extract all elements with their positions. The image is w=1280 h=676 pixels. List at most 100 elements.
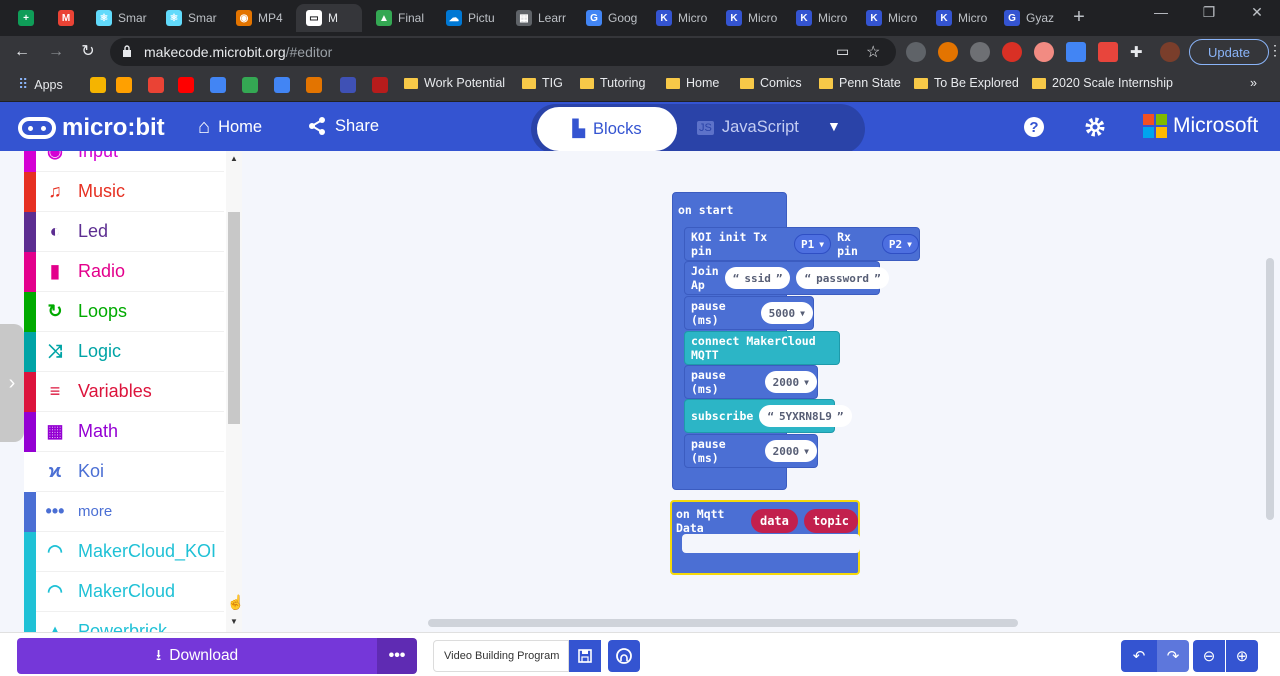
connect-mqtt-block[interactable]: connect MakerCloud MQTT [684,331,840,365]
browser-tab[interactable]: + [8,4,48,32]
tx-pin-dropdown[interactable]: P1 ▼ [794,234,832,254]
workspace-horizontal-scrollbar[interactable] [428,619,1018,627]
download-more-button[interactable]: ••• [377,638,417,674]
browser-tab[interactable]: K Micro [716,4,786,32]
bookmark-favicon-icon[interactable] [306,77,322,93]
download-button[interactable]: ⭳ Download [17,638,377,674]
browser-tab[interactable]: ⚛ Smar [86,4,156,32]
bookmark-favicon-icon[interactable] [148,77,164,93]
puzzle-icon[interactable]: ✚ [1130,43,1143,61]
toolbox-category-koi[interactable]: ϰ Koi [24,452,224,492]
bookmarks-overflow-icon[interactable]: » [1250,76,1257,90]
extension-icon-4[interactable] [1002,42,1022,62]
zoom-in-icon[interactable]: ⊕ [1226,640,1258,672]
toolbox-category-math[interactable]: ▦ Math [24,412,224,452]
scroll-down-icon[interactable]: ▼ [230,617,238,626]
bookmark-tig[interactable]: TIG [522,76,563,90]
redo-icon[interactable]: ↷ [1157,640,1189,672]
restore-icon[interactable]: ❐ [1194,4,1224,21]
toolbox-category-music[interactable]: ♫ Music [24,172,224,212]
toolbox-category-loops[interactable]: ↻ Loops [24,292,224,332]
toolbox-category-radio[interactable]: ▮ Radio [24,252,224,292]
bookmark-home[interactable]: Home [666,76,719,90]
browser-tab[interactable]: ▲ Final [366,4,436,32]
microbit-logo[interactable]: micro:bit [18,114,165,142]
koi-init-block[interactable]: KOI init Tx pin P1 ▼ Rx pin P2 ▼ [684,227,920,261]
subscribe-topic-input[interactable]: “5YXRN8L9” [759,405,852,427]
browser-tab[interactable]: ◉ MP4 [226,4,296,32]
update-button[interactable]: Update [1189,39,1269,65]
github-icon[interactable] [608,640,640,672]
browser-tab[interactable]: M [48,4,86,32]
chevron-down-icon[interactable]: ▼ [827,118,841,134]
bookmark-star-icon[interactable]: ☆ [866,42,880,62]
bookmark-tutoring[interactable]: Tutoring [580,76,645,90]
javascript-tab[interactable]: JS JavaScript [697,118,799,137]
home-button[interactable]: ⌂ Home [198,116,262,139]
workspace-vertical-scrollbar[interactable] [1266,258,1274,520]
bookmark-apps[interactable]: ⠿ Apps [18,76,63,93]
extension-icon-1[interactable] [906,42,926,62]
browser-tab[interactable]: K Micro [856,4,926,32]
bookmark-comics[interactable]: Comics [740,76,802,90]
reload-icon[interactable]: ↻ [76,40,100,64]
gear-icon[interactable] [1084,116,1106,144]
close-icon[interactable]: ✕ [1242,4,1272,21]
profile-avatar[interactable] [1160,42,1180,62]
save-icon[interactable] [569,640,601,672]
toolbox-scroll-thumb[interactable] [228,212,240,424]
project-name-input[interactable]: Video Building Program [433,640,569,672]
password-input[interactable]: “password” [796,267,889,289]
extension-icon-3[interactable] [970,42,990,62]
cast-icon[interactable]: ▭ [836,43,849,60]
toolbox-category-input[interactable]: ◉ Input [24,151,224,172]
browser-tab[interactable]: G Goog [576,4,646,32]
toolbox-category-led[interactable]: ◐ Led [24,212,224,252]
pause-value-dropdown-1[interactable]: 5000 ▼ [760,302,813,324]
extension-icon-2[interactable] [938,42,958,62]
blocks-tab[interactable]: ▙ Blocks [537,107,677,151]
bookmark-favicon-icon[interactable] [242,77,258,93]
back-icon[interactable]: ← [10,40,34,64]
forward-icon[interactable]: → [44,40,68,64]
pause-block-2[interactable]: pause (ms) 2000 ▼ [684,365,818,399]
undo-icon[interactable]: ↶ [1121,640,1157,672]
on-mqtt-data-block[interactable]: on Mqtt Data data topic [670,500,860,575]
browser-tab[interactable]: K Micro [786,4,856,32]
bookmark-favicon-icon[interactable] [210,77,226,93]
browser-tab[interactable]: K Micro [646,4,716,32]
scroll-up-icon[interactable]: ▲ [230,154,238,163]
bookmark-work-potential[interactable]: Work Potential [404,76,505,90]
topic-variable[interactable]: topic [803,509,858,533]
data-variable[interactable]: data [750,509,798,533]
toolbox-category-more[interactable]: ••• more [24,492,224,532]
bookmark-favicon-icon[interactable] [340,77,356,93]
toolbox-category-makercloud[interactable]: ◠ MakerCloud [24,572,224,612]
bookmark-2020-scale-internship[interactable]: 2020 Scale Internship [1032,76,1173,90]
zoom-out-icon[interactable]: ⊖ [1193,640,1225,672]
bookmark-penn-state[interactable]: Penn State [819,76,901,90]
browser-tab[interactable]: ▦ Learr [506,4,576,32]
join-ap-block[interactable]: Join Ap “ssid” “password” [684,261,889,295]
bookmark-favicon-icon[interactable] [90,77,106,93]
subscribe-block[interactable]: subscribe “5YXRN8L9” [684,399,852,433]
menu-dots-icon[interactable]: ⋮ [1268,42,1280,59]
pause-block-3[interactable]: pause (ms) 2000 ▼ [684,434,818,468]
extension-icon-7[interactable] [1098,42,1118,62]
address-bar[interactable]: makecode.microbit.org/#editor ▭ ☆ [110,38,896,66]
bookmark-to-be-explored[interactable]: To Be Explored [914,76,1019,90]
toolbox-expander-chevron-icon[interactable]: › [0,324,24,442]
ssid-input[interactable]: “ssid” [724,267,791,289]
share-button[interactable]: Share [307,116,379,136]
translate-icon[interactable] [1066,42,1086,62]
bookmark-favicon-icon[interactable] [372,77,388,93]
pause-block-1[interactable]: pause (ms) 5000 ▼ [684,296,814,330]
browser-tab[interactable]: G Gyaz [994,4,1060,32]
rx-pin-dropdown[interactable]: P2 ▼ [881,234,919,254]
bookmark-favicon-icon[interactable] [178,77,194,93]
minimize-icon[interactable]: — [1146,4,1176,20]
browser-tab[interactable]: ▭ M [296,4,362,32]
browser-tab[interactable]: ☁ Pictu [436,4,506,32]
toolbox-category-variables[interactable]: ≡ Variables [24,372,224,412]
bookmark-favicon-icon[interactable] [274,77,290,93]
